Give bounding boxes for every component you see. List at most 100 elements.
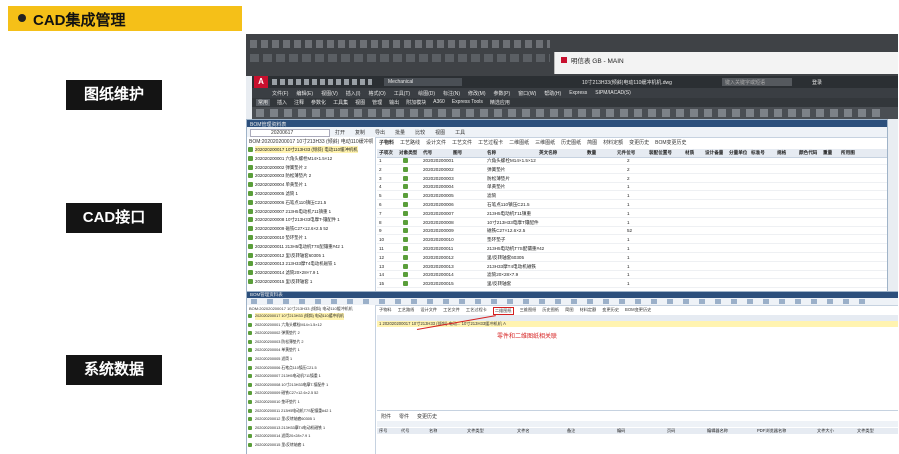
table-row[interactable]: 2 202020200002 弹簧垫片 2 — [377, 166, 887, 174]
date-input[interactable]: 20200617 — [250, 129, 330, 137]
column-header[interactable]: 分量单位 — [729, 149, 747, 156]
tree-item[interactable]: 202020200005 滤筒 1 — [248, 356, 292, 363]
tree-item[interactable]: 202020200011 213H5电动机T7S配镶重#42 1 — [248, 243, 344, 250]
tree-item[interactable]: 202020200010 垫环垫片 1 — [248, 234, 307, 241]
login-button[interactable]: 登录 — [812, 79, 822, 86]
tab-item[interactable]: 历史图纸 — [561, 139, 581, 146]
column-header[interactable]: 规格 — [777, 149, 786, 156]
menu-item[interactable]: 绘图(D) — [418, 90, 435, 97]
column-header[interactable]: PDF浏览器名称 — [757, 428, 786, 434]
tab-item[interactable]: 工艺路线 — [398, 307, 415, 315]
tree-item[interactable]: 202020200001 六角头螺栓M14×1.5×12 — [248, 155, 332, 162]
table-row[interactable]: 13 202020200013 213H33摩T4电动机磁铁 1 — [377, 263, 887, 271]
menu-item[interactable]: 标注(N) — [443, 90, 460, 97]
tree-item[interactable]: 202020200007 213H5电动机711镇重 1 — [248, 373, 321, 380]
ribbon-tab[interactable]: 精选应用 — [490, 99, 510, 106]
ribbon-tab[interactable]: 视图 — [355, 99, 365, 106]
column-header[interactable]: 编辑器名称 — [707, 428, 728, 434]
column-header[interactable]: 英文名称 — [539, 149, 557, 156]
menu-item[interactable]: 格式(O) — [368, 90, 385, 97]
tab-item[interactable]: 工艺路线 — [400, 139, 420, 146]
tree-item[interactable]: 202020200009 磁铁C27×12.6×2.5 52 — [248, 225, 328, 232]
tree-item[interactable]: 202020200005 滤筒 1 — [248, 190, 298, 197]
tree-item[interactable]: 202020200010 垫环垫片 1 — [248, 399, 300, 406]
tree-item[interactable]: 202020200013 213H33摩T4电动机磁铁 1 — [248, 260, 336, 267]
column-header[interactable]: 重量 — [823, 149, 832, 156]
column-header[interactable]: 文件大小 — [817, 428, 834, 434]
tree-item[interactable]: 202020200017 10寸213H33 (倾斜) 电动110缓冲机机 — [248, 146, 358, 153]
menu-item[interactable]: 插入(I) — [346, 90, 361, 97]
ribbon-tab[interactable]: 插入 — [277, 99, 287, 106]
tab-item[interactable]: 变更历史 — [629, 139, 649, 146]
tab-item[interactable]: 简图 — [565, 307, 573, 315]
tab-item[interactable]: BOM变更历史 — [625, 307, 651, 315]
table-row[interactable]: 4 202020200004 单黄垫片 1 — [377, 183, 887, 192]
menu-item[interactable]: 编辑(E) — [296, 90, 313, 97]
column-header[interactable]: 图号 — [453, 149, 462, 156]
table-row[interactable]: 5 202020200005 滤筒 1 — [377, 192, 887, 201]
tree-item[interactable]: 202020200013 213H33摩T4电动机磁铁 1 — [248, 425, 325, 432]
tree-item[interactable]: 202020200001 六角头螺栓M14×1.5×12 — [248, 322, 322, 329]
tab-item[interactable]: 工艺过程卡 — [466, 307, 487, 315]
table-row[interactable]: 9 202020200009 磁铁C27×12.6×2.5 52 — [377, 227, 887, 236]
tree-item[interactable]: 202020200007 213H5电动机711镇重 1 — [248, 208, 331, 215]
tree-item[interactable]: 202020200008 10寸213H33电摩T-镶配件 1 — [248, 216, 340, 223]
column-header[interactable]: 序号 — [379, 428, 387, 434]
table-row[interactable]: 8 202020200008 10寸213H33电摩T镶配件 1 — [377, 219, 887, 227]
tree-item[interactable]: 202020200017 10寸213H33 (倾斜) 电动110缓冲机机 — [248, 313, 344, 320]
toolbar-button[interactable]: 视图 — [435, 129, 445, 136]
table-row[interactable]: 12 202020200012 里/反转轴套60305 1 — [377, 254, 887, 262]
table-row[interactable]: 14 202020200014 滤筒20×28×7.9 1 — [377, 271, 887, 280]
ribbon-tab[interactable]: 工具集 — [333, 99, 348, 106]
tree-item[interactable]: 202020200006 石笔点110镇压C21.5 — [248, 199, 326, 206]
column-header[interactable]: 页码 — [667, 428, 675, 434]
tree-item[interactable]: 202020200015 里/反转轴套 1 — [248, 278, 312, 285]
tab-item[interactable]: 二维图纸 — [509, 139, 529, 146]
menu-item[interactable]: Express — [569, 90, 587, 97]
attachment-toolbar[interactable] — [377, 421, 898, 427]
table-row[interactable]: 1 202020200001 六角头螺栓M14×1.5×12 2 — [377, 157, 887, 165]
attachment-tab[interactable]: 附件 — [381, 413, 391, 420]
workspace-select[interactable]: Mechanical — [384, 78, 462, 86]
menu-item[interactable]: SIPM/IACAD(S) — [595, 90, 631, 97]
tab-item[interactable]: 历史图纸 — [542, 307, 559, 315]
tree-item[interactable]: 202020200014 滤筒20×28×7.9 1 — [248, 269, 319, 276]
toolbar-icons-lower[interactable] — [251, 299, 871, 304]
table-row[interactable]: 7 202020200007 213H5电动机T11镇重 1 — [377, 210, 887, 218]
attachment-tab[interactable]: 变更历史 — [417, 413, 437, 420]
tree-item[interactable]: 202020200009 磁铁C27×12.6×2.5 52 — [248, 390, 318, 397]
menu-item[interactable]: 修改(M) — [468, 90, 486, 97]
ribbon-tab[interactable]: 管理 — [372, 99, 382, 106]
column-header[interactable]: 材质 — [685, 149, 694, 156]
tab-item[interactable]: 设计文件 — [420, 307, 437, 315]
ribbon-tool-icons[interactable] — [256, 109, 886, 117]
column-header[interactable]: 数量 — [587, 149, 596, 156]
column-header[interactable]: 代号 — [401, 428, 409, 434]
toolbar-button[interactable]: 比较 — [415, 129, 425, 136]
ribbon-tab[interactable]: A360 — [433, 99, 445, 106]
ribbon-tab[interactable]: 注释 — [294, 99, 304, 106]
column-header[interactable]: 元件位号 — [617, 149, 635, 156]
tree-item[interactable]: 202020200004 单黄垫片 1 — [248, 181, 307, 188]
tree-item[interactable]: 202020200014 滤筒20×28×7.9 1 — [248, 433, 310, 440]
tab-item[interactable]: 三维图纸 — [535, 139, 555, 146]
table-row[interactable]: 3 202020200003 防松薄垫片 2 — [377, 175, 887, 183]
column-header[interactable]: 对象类型 — [399, 149, 417, 156]
tab-item[interactable]: 工艺过程卡 — [478, 139, 503, 146]
tab-item[interactable]: 设计文件 — [426, 139, 446, 146]
tree-item[interactable]: 202020200003 防松薄垫片 2 — [248, 339, 304, 346]
tree-item[interactable]: 202020200012 里/反转轴套60305 1 — [248, 252, 325, 259]
autocad-app-icon[interactable]: A — [254, 76, 268, 88]
ribbon-tab[interactable]: 输出 — [389, 99, 399, 106]
menu-item[interactable]: 窗口(W) — [518, 90, 536, 97]
table-row[interactable]: 11 202020200011 213H5电动机T7S配镶重#42 1 — [377, 245, 887, 253]
column-header[interactable]: 文件类型 — [467, 428, 484, 434]
quick-access-icons[interactable] — [272, 79, 372, 85]
column-header[interactable]: 代号 — [423, 149, 432, 156]
column-header[interactable]: 颜色代码 — [799, 149, 817, 156]
tree-item[interactable]: 202020200006 石笔点110镇压C21.5 — [248, 365, 317, 372]
toolbar-button[interactable]: 批量 — [395, 129, 405, 136]
tree-item[interactable]: 202020200015 里/反转轴套 1 — [248, 442, 305, 449]
table-row[interactable]: 6 202020200006 石笔点110镇压C21.5 1 — [377, 201, 887, 209]
tab-item[interactable]: 二维图纸 — [492, 307, 514, 315]
